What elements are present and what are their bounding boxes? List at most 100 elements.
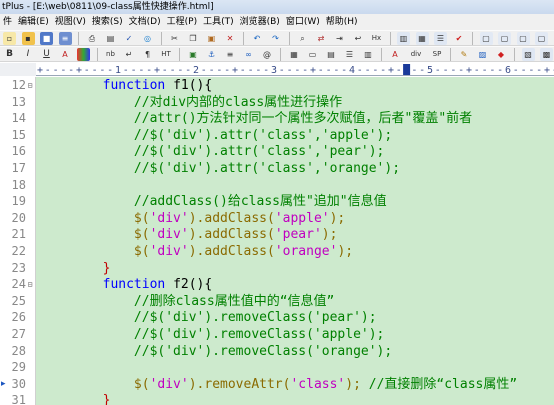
menu-item[interactable]: 工程(P) xyxy=(164,14,200,30)
code-line[interactable]: 20 $('div').addClass('apple'); xyxy=(0,210,554,227)
marquee-icon[interactable]: ◆ xyxy=(495,48,508,61)
browser-icon[interactable]: ◎ xyxy=(141,32,154,45)
menu-item[interactable]: 件 xyxy=(0,14,15,30)
ruler-icon[interactable]: ▦ xyxy=(415,32,429,45)
menu-item[interactable]: 浏览器(B) xyxy=(237,14,283,30)
print-icon[interactable]: ⎙ xyxy=(86,32,99,45)
nbsp-button[interactable]: nb xyxy=(104,48,117,61)
bold-button[interactable]: B xyxy=(3,48,16,61)
link-icon[interactable]: ∞ xyxy=(242,48,255,61)
code-token: 'orange' xyxy=(274,244,338,259)
cut-icon[interactable]: ✂ xyxy=(168,32,181,45)
div-button[interactable]: div xyxy=(407,48,425,61)
spellcheck-icon[interactable]: ✓ xyxy=(123,32,136,45)
email-icon[interactable]: @ xyxy=(261,48,274,61)
code-editor[interactable]: 12 ⊟ function f1(){13 //对div内部的class属性进行操… xyxy=(0,77,554,405)
hex-icon[interactable]: Hx xyxy=(370,32,383,45)
menu-item[interactable]: 窗口(W) xyxy=(283,14,323,30)
code-line[interactable]: 23 } xyxy=(0,260,554,277)
copy-icon[interactable]: ❐ xyxy=(187,32,200,45)
anchor-icon[interactable]: ⚓ xyxy=(205,48,218,61)
toggle-panel-icon[interactable]: ▧ xyxy=(521,48,535,61)
code-token: 'div' xyxy=(149,227,189,243)
code-line[interactable]: 12 ⊟ function f1(){ xyxy=(0,77,554,94)
ruler-tick: - xyxy=(146,65,152,76)
code-line[interactable]: 31 } xyxy=(0,392,554,405)
code-line[interactable]: 30 ▸ $('div').removeAttr('class'); //直接删除… xyxy=(0,376,554,393)
select-icon[interactable]: ☰ xyxy=(343,48,356,61)
span-button[interactable]: SP xyxy=(431,48,444,61)
save-icon[interactable]: ■ xyxy=(40,32,53,45)
font-icon[interactable]: A xyxy=(59,48,72,61)
ruler-tick: - xyxy=(380,65,386,76)
color-icon[interactable] xyxy=(77,48,90,61)
print-preview-icon[interactable]: ▤ xyxy=(104,32,117,45)
menu-item[interactable]: 工具(T) xyxy=(200,14,237,30)
textarea-icon[interactable]: ▥ xyxy=(362,48,375,61)
table-icon[interactable]: ▦ xyxy=(288,48,301,61)
menu-item[interactable]: 搜索(S) xyxy=(89,14,126,30)
heading-button[interactable]: HT xyxy=(160,48,173,61)
list-icon[interactable]: ≡ xyxy=(224,48,237,61)
form-icon[interactable]: ▭ xyxy=(306,48,319,61)
toggle-output-icon[interactable]: ▩ xyxy=(540,48,553,61)
style-icon[interactable]: A xyxy=(389,48,402,61)
line-number: 16 xyxy=(11,144,26,159)
code-line[interactable]: 27 //$('div').removeClass('apple'); xyxy=(0,326,554,343)
word-wrap-icon[interactable]: ↩ xyxy=(352,32,365,45)
paragraph-icon[interactable]: ¶ xyxy=(141,48,154,61)
menu-item[interactable]: 视图(V) xyxy=(52,14,89,30)
line-number-icon[interactable]: ☰ xyxy=(434,32,447,45)
code-line[interactable]: 22 $('div').addClass('orange'); xyxy=(0,243,554,260)
spell-icon[interactable]: ✔ xyxy=(453,32,466,45)
code-line[interactable]: 18 xyxy=(0,177,554,194)
code-line[interactable]: 28 //$('div').removeClass('orange'); xyxy=(0,343,554,360)
ruler-tick: - xyxy=(279,65,285,76)
ruler-label: 5 xyxy=(427,65,433,76)
input-icon[interactable]: ▤ xyxy=(325,48,338,61)
frame-icon[interactable]: ▨ xyxy=(476,48,489,61)
code-line[interactable]: 16 //$('div').attr('class','pear'); xyxy=(0,143,554,160)
image-icon[interactable]: ▣ xyxy=(187,48,200,61)
code-text: $('div').addClass('apple'); xyxy=(40,210,345,227)
find-icon[interactable]: ⌕ xyxy=(296,32,309,45)
code-line[interactable]: 19 //addClass()给class属性"追加"信息值 xyxy=(0,193,554,210)
open-file-icon[interactable]: ▪ xyxy=(21,32,35,45)
layout-4-icon[interactable]: ▢ xyxy=(535,32,548,45)
code-token: //$('div').removeClass('pear'); xyxy=(40,310,377,326)
menu-item[interactable]: 帮助(H) xyxy=(323,14,361,30)
ruler[interactable]: + - - - - + - - - -1- - - - + - - - -2- - - - + - - - -3- - - - + - - - -… xyxy=(0,63,554,76)
delete-icon[interactable]: ✕ xyxy=(224,32,237,45)
code-line[interactable]: 25 //删除class属性值中的“信息值” xyxy=(0,293,554,310)
goto-icon[interactable]: ⇥ xyxy=(333,32,346,45)
italic-button[interactable]: I xyxy=(22,48,35,61)
replace-icon[interactable]: ⇄ xyxy=(315,32,328,45)
code-line[interactable]: 21 $('div').addClass('pear'); xyxy=(0,226,554,243)
redo-icon[interactable]: ↷ xyxy=(269,32,282,45)
layout-1-icon[interactable]: ▢ xyxy=(479,32,493,45)
column-mode-icon[interactable]: ▥ xyxy=(397,32,410,45)
code-text: $('div').removeAttr('class'); //直接删除“cla… xyxy=(40,376,517,393)
code-line[interactable]: 24 ⊟ function f2(){ xyxy=(0,276,554,293)
code-line[interactable]: 29 xyxy=(0,359,554,376)
line-number: 25 xyxy=(11,293,26,308)
code-line[interactable]: 15 //$('div').attr('class','apple'); xyxy=(0,127,554,144)
break-icon[interactable]: ↵ xyxy=(123,48,136,61)
menu-item[interactable]: 编辑(E) xyxy=(15,14,52,30)
code-line[interactable]: 17 //$('div').attr('class','orange'); xyxy=(0,160,554,177)
save-all-icon[interactable]: ≡ xyxy=(58,32,72,45)
undo-icon[interactable]: ↶ xyxy=(251,32,264,45)
layout-2-icon[interactable]: ▢ xyxy=(498,32,511,45)
code-token: f1(){ xyxy=(165,78,213,93)
paste-icon[interactable]: ▣ xyxy=(205,32,218,45)
script-icon[interactable]: ✎ xyxy=(458,48,471,61)
code-line[interactable]: 13 //对div内部的class属性进行操作 xyxy=(0,94,554,111)
code-line[interactable]: 14 //attr()方法针对同一个属性多次赋值，后者"覆盖"前者 xyxy=(0,110,554,127)
fold-toggle-icon[interactable]: ⊟ xyxy=(26,280,34,289)
menu-item[interactable]: 文档(D) xyxy=(126,14,164,30)
code-line[interactable]: 26 //$('div').removeClass('pear'); xyxy=(0,309,554,326)
fold-toggle-icon[interactable]: ⊟ xyxy=(26,81,34,90)
layout-3-icon[interactable]: ▢ xyxy=(516,32,530,45)
underline-button[interactable]: U xyxy=(40,48,53,61)
new-file-icon[interactable]: ▫ xyxy=(3,32,16,45)
